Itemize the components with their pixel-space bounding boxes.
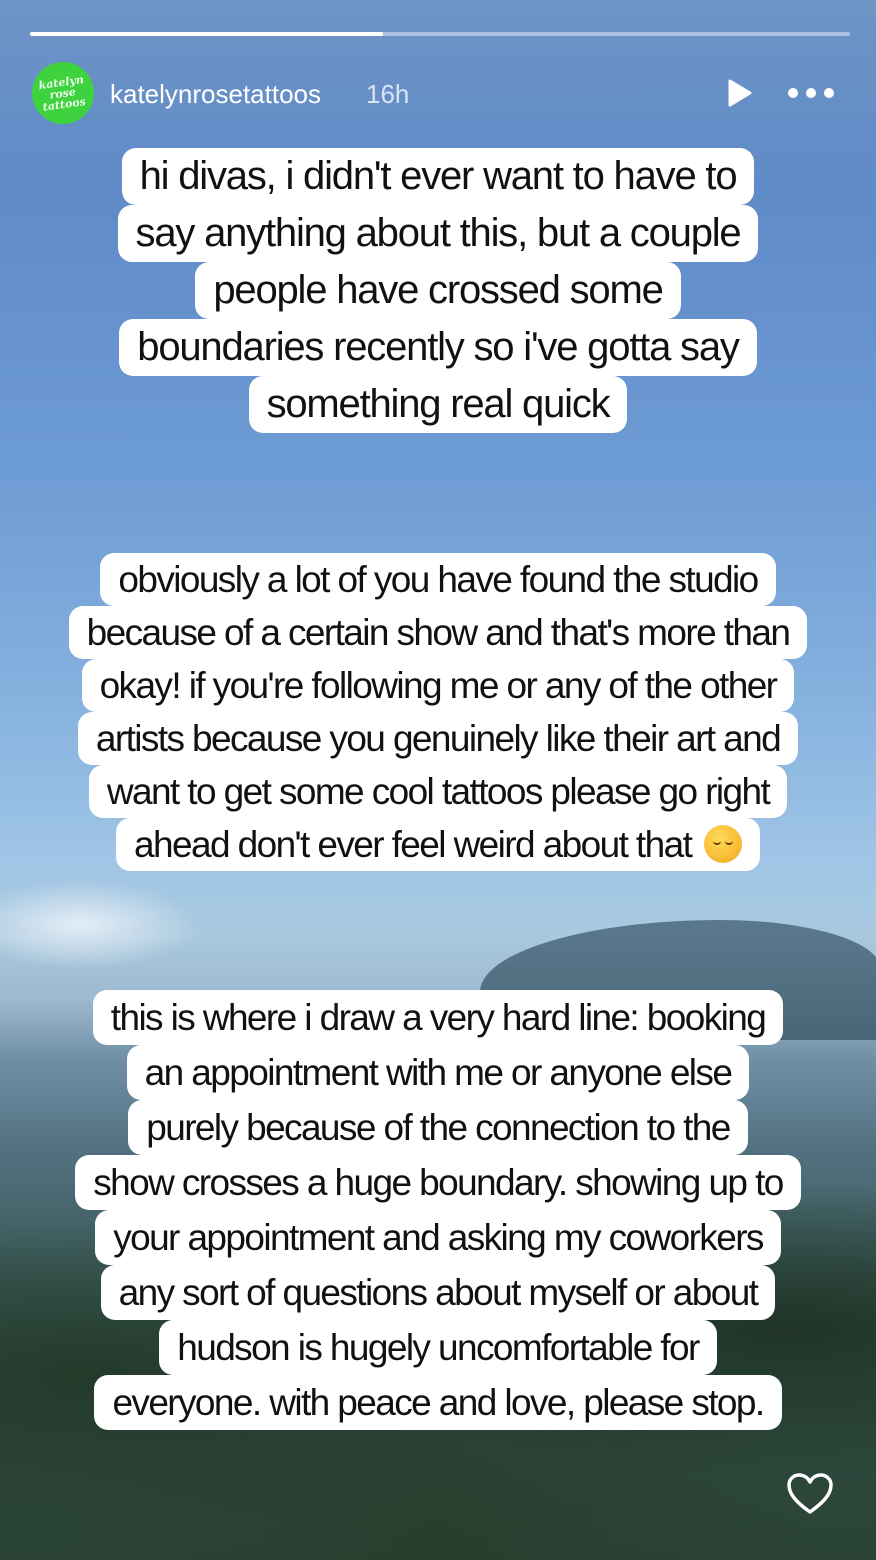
text-line: say anything about this, but a couple xyxy=(117,205,759,262)
text-block-intro: hi divas, i didn't ever want to have to … xyxy=(40,148,836,433)
text-line: this is where i draw a very hard line: b… xyxy=(92,990,784,1045)
text-line: people have crossed some xyxy=(195,262,681,319)
text-line: hi divas, i didn't ever want to have to xyxy=(121,148,755,205)
text-line: obviously a lot of you have found the st… xyxy=(100,553,776,606)
play-icon[interactable] xyxy=(724,78,754,108)
text-line: because of a certain show and that's mor… xyxy=(68,606,808,659)
text-line-with-emoji: ahead don't ever feel weird about that xyxy=(116,818,760,871)
text-line: your appointment and asking my coworkers xyxy=(95,1210,781,1265)
text-block-boundary: this is where i draw a very hard line: b… xyxy=(40,990,836,1430)
cloud xyxy=(0,880,200,970)
text-line: any sort of questions about myself or ab… xyxy=(100,1265,776,1320)
text-line: hudson is hugely uncomfortable for xyxy=(159,1320,717,1375)
relieved-face-emoji-icon xyxy=(703,825,742,863)
text-line: boundaries recently so i've gotta say xyxy=(119,319,757,376)
story-progress-bar xyxy=(30,32,850,36)
story-progress-fill xyxy=(30,32,383,36)
text-line: okay! if you're following me or any of t… xyxy=(81,659,795,712)
text-line: show crosses a huge boundary. showing up… xyxy=(75,1155,801,1210)
text-line: something real quick xyxy=(248,376,628,433)
text-line: purely because of the connection to the xyxy=(128,1100,748,1155)
text-line: an appointment with me or anyone else xyxy=(126,1045,750,1100)
story-header: katelyn rose tattoos katelynrosetattoos … xyxy=(32,62,844,126)
avatar[interactable]: katelyn rose tattoos xyxy=(32,62,94,124)
heart-icon[interactable] xyxy=(786,1472,834,1516)
timestamp: 16h xyxy=(366,79,410,109)
text-block-studio: obviously a lot of you have found the st… xyxy=(40,553,836,871)
more-options-icon[interactable] xyxy=(788,78,834,108)
text-line: artists because you genuinely like their… xyxy=(77,712,799,765)
text-line: want to get some cool tattoos please go … xyxy=(88,765,788,818)
text-line: everyone. with peace and love, please st… xyxy=(94,1375,782,1430)
username[interactable]: katelynrosetattoos xyxy=(110,79,321,109)
avatar-logo-text: katelyn rose tattoos xyxy=(38,72,87,114)
